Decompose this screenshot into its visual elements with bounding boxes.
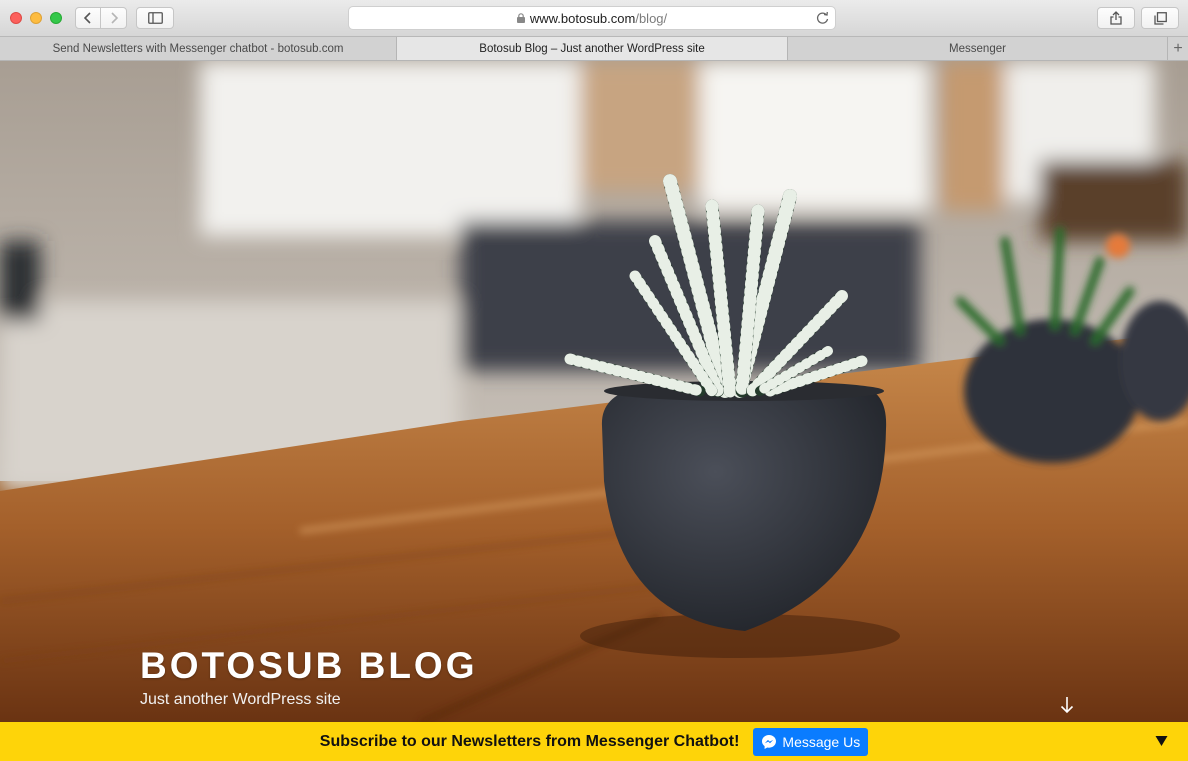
tab-botosub-blog[interactable]: Botosub Blog – Just another WordPress si…: [397, 37, 788, 60]
sidebar-icon: [147, 12, 163, 24]
arrow-down-icon: [1060, 697, 1074, 714]
lock-icon: [516, 13, 525, 23]
new-tab-button[interactable]: +: [1168, 37, 1188, 60]
tab-messenger[interactable]: Messenger: [788, 37, 1168, 60]
message-us-button[interactable]: Message Us: [753, 727, 869, 756]
chevron-right-icon: [110, 12, 118, 24]
site-description: Just another WordPress site: [140, 691, 341, 708]
plus-icon: +: [1173, 39, 1183, 57]
hero-background-image: [0, 61, 1188, 723]
tab-bar: Send Newsletters with Messenger chatbot …: [0, 37, 1188, 61]
site-title[interactable]: BOTOSUB BLOG: [140, 645, 478, 687]
share-button[interactable]: [1097, 7, 1135, 29]
address-bar[interactable]: www.botosub.com/blog/: [348, 6, 836, 30]
tab-title: Send Newsletters with Messenger chatbot …: [52, 42, 344, 55]
browser-toolbar: www.botosub.com/blog/: [0, 0, 1188, 37]
chevron-left-icon: [84, 12, 91, 24]
url-path: /blog/: [635, 10, 668, 26]
share-icon: [1110, 11, 1122, 25]
window-minimize-button[interactable]: [30, 12, 42, 24]
message-us-label: Message Us: [782, 733, 861, 750]
messenger-icon: [761, 734, 777, 750]
url-domain: www.botosub.com: [529, 10, 636, 26]
reload-icon[interactable]: [816, 11, 829, 28]
forward-button[interactable]: [100, 7, 127, 29]
window-zoom-button[interactable]: [50, 12, 62, 24]
scroll-down-button[interactable]: [1058, 695, 1076, 715]
tabs-overview-icon: [1153, 11, 1167, 25]
tab-title: Botosub Blog – Just another WordPress si…: [479, 42, 705, 55]
window-close-button[interactable]: [10, 12, 22, 24]
sidebar-toggle-button[interactable]: [136, 7, 174, 29]
subscribe-text: Subscribe to our Newsletters from Messen…: [319, 732, 740, 750]
tab-title: Messenger: [949, 42, 1006, 55]
tab-send-newsletters[interactable]: Send Newsletters with Messenger chatbot …: [0, 37, 397, 60]
subscribe-bar: Subscribe to our Newsletters from Messen…: [0, 722, 1188, 761]
tabs-overview-button[interactable]: [1141, 7, 1179, 29]
hero-header: BOTOSUB BLOG Just another WordPress site: [0, 61, 1188, 723]
back-button[interactable]: [75, 7, 101, 29]
triangle-down-icon[interactable]: [1155, 734, 1168, 752]
